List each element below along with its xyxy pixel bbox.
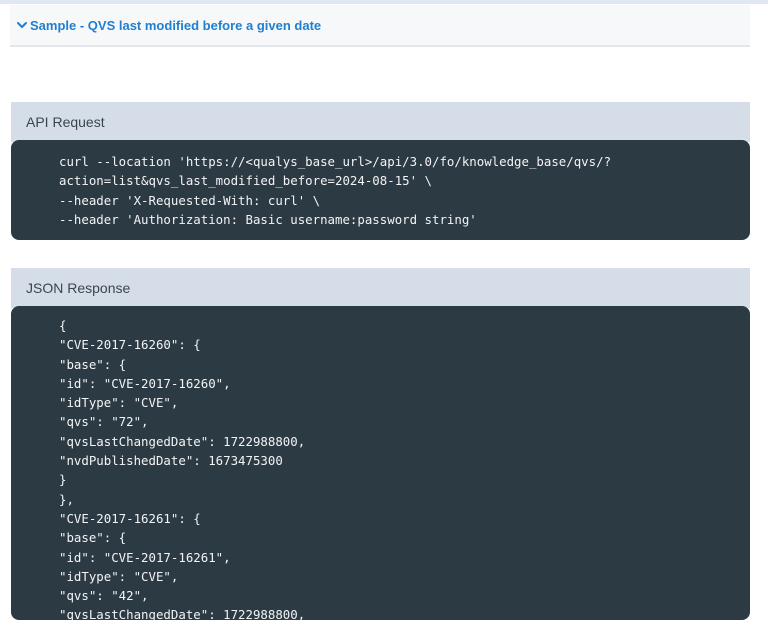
code-line: } bbox=[59, 472, 67, 488]
code-line: }, bbox=[59, 491, 74, 507]
sample-toggle[interactable]: Sample - QVS last modified before a give… bbox=[10, 5, 750, 47]
code-line: "base": { bbox=[59, 530, 127, 546]
code-line: "id": "CVE-2017-16261", bbox=[59, 549, 231, 565]
code-line: action=list&qvs_last_modified_before=202… bbox=[59, 173, 432, 189]
code-line: "CVE-2017-16261": { bbox=[59, 510, 201, 526]
code-line: --header 'Authorization: Basic username:… bbox=[59, 211, 477, 227]
code-line: "idType": "CVE", bbox=[59, 568, 179, 584]
sample-title: Sample - QVS last modified before a give… bbox=[30, 17, 322, 33]
code-line: "id": "CVE-2017-16260", bbox=[59, 375, 231, 391]
code-line: "qvs": "42", bbox=[59, 588, 149, 604]
top-divider bbox=[0, 0, 768, 4]
code-line: "qvsLastChangedDate": 1722988800, bbox=[59, 607, 306, 620]
api-request-heading: API Request bbox=[11, 102, 750, 142]
json-response-code[interactable]: { "CVE-2017-16260": { "base": { "id": "C… bbox=[11, 306, 750, 620]
code-line: "idType": "CVE", bbox=[59, 395, 179, 411]
code-line: "nvdPublishedDate": 1673475300 bbox=[59, 453, 283, 469]
code-line: curl --location 'https://<qualys_base_ur… bbox=[59, 154, 612, 169]
code-line: --header 'X-Requested-With: curl' \ bbox=[59, 192, 321, 208]
code-line: "base": { bbox=[59, 356, 127, 372]
api-request-code[interactable]: curl --location 'https://<qualys_base_ur… bbox=[11, 140, 750, 240]
code-line: { bbox=[59, 318, 67, 333]
chevron-down-icon bbox=[17, 22, 27, 28]
code-line: "qvs": "72", bbox=[59, 414, 149, 430]
json-response-heading: JSON Response bbox=[11, 268, 750, 308]
code-line: "qvsLastChangedDate": 1722988800, bbox=[59, 433, 306, 449]
code-line: "CVE-2017-16260": { bbox=[59, 337, 201, 353]
